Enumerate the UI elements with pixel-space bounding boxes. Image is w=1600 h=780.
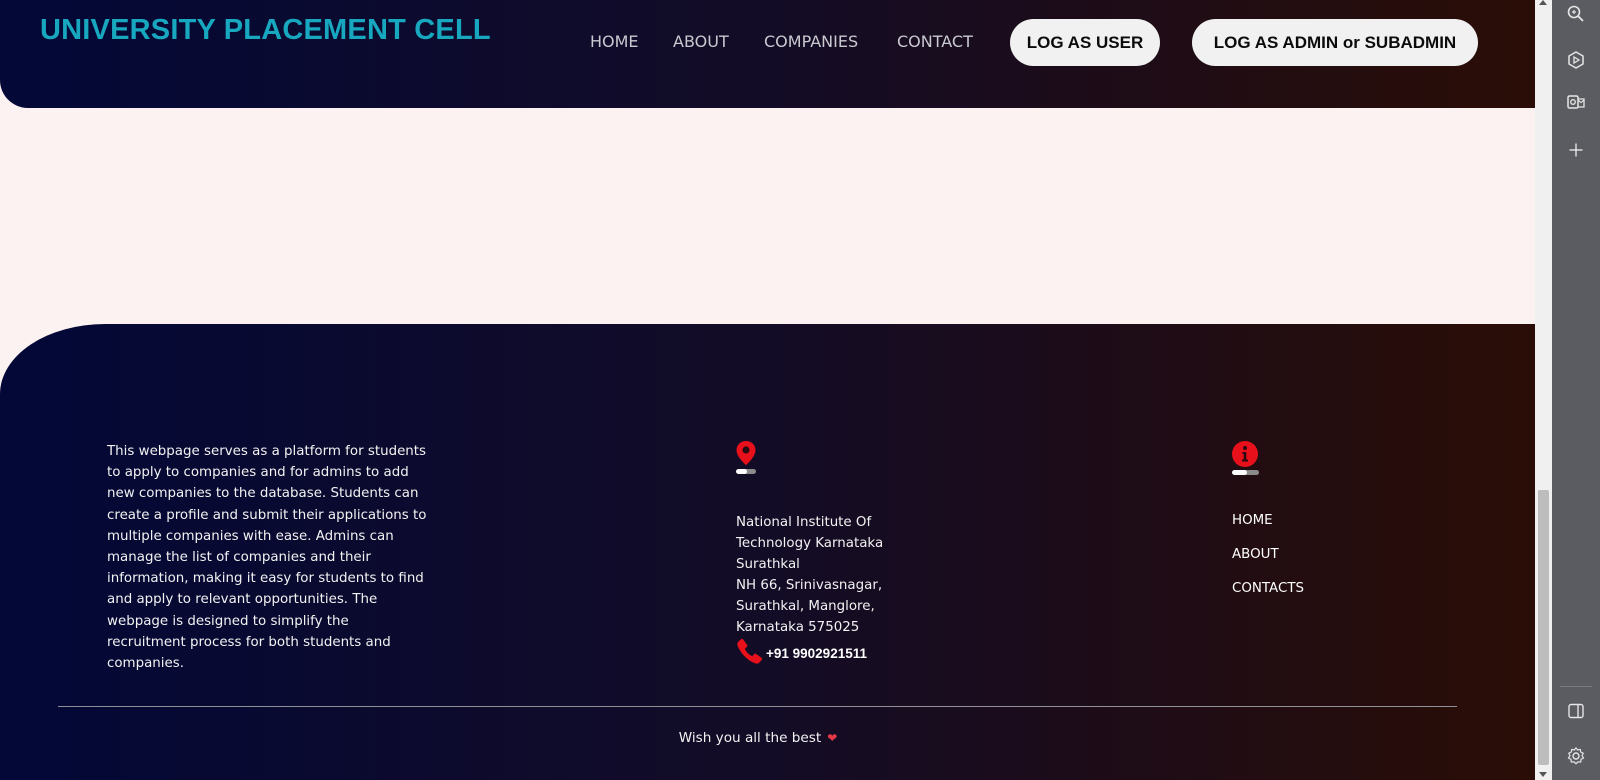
side-panel-divider — [1560, 686, 1592, 687]
footer-link-home[interactable]: HOME — [1232, 513, 1273, 528]
sidebar-toggle-icon[interactable] — [1564, 699, 1588, 723]
wish-text: Wish you all the best — [678, 730, 822, 746]
address-line: National Institute Of — [736, 515, 872, 530]
outlook-icon[interactable] — [1564, 90, 1588, 114]
heart-icon: ❤ — [827, 731, 838, 745]
phone-number[interactable]: +91 9902921511 — [766, 646, 867, 661]
page-scrollbar[interactable] — [1535, 0, 1552, 780]
page: UNIVERSITY PLACEMENT CELL HOME ABOUT COM… — [0, 0, 1535, 780]
address-line: Karnataka 575025 — [736, 620, 860, 635]
copilot-icon[interactable] — [1564, 48, 1588, 72]
nav-contact[interactable]: CONTACT — [897, 32, 973, 51]
location-pin-icon — [735, 440, 757, 471]
info-icon — [1231, 440, 1259, 473]
brand-title[interactable]: UNIVERSITY PLACEMENT CELL — [40, 14, 491, 47]
location-slider-indicator — [736, 469, 756, 474]
info-slider-indicator — [1232, 470, 1259, 475]
scroll-up-arrow-icon[interactable] — [1539, 0, 1547, 5]
add-icon[interactable] — [1564, 138, 1588, 162]
nav-companies[interactable]: COMPANIES — [764, 32, 858, 51]
settings-gear-icon[interactable] — [1564, 744, 1588, 768]
search-icon[interactable] — [1564, 2, 1588, 26]
phone-contact[interactable]: +91 9902921511 — [736, 637, 867, 670]
log-as-admin-button[interactable]: LOG AS ADMIN or SUBADMIN — [1192, 19, 1478, 66]
phone-icon — [736, 637, 764, 670]
address-line: Technology Karnataka — [736, 536, 884, 551]
footer-link-about[interactable]: ABOUT — [1232, 547, 1279, 562]
nav-home[interactable]: HOME — [590, 32, 639, 51]
browser-side-panel — [1552, 0, 1600, 780]
site-footer: This webpage serves as a platform for st… — [0, 324, 1535, 780]
footer-wish: Wish you all the best ❤ — [0, 730, 1516, 746]
site-header: UNIVERSITY PLACEMENT CELL HOME ABOUT COM… — [0, 0, 1535, 108]
log-as-user-button[interactable]: LOG AS USER — [1010, 19, 1160, 66]
scrollbar-thumb[interactable] — [1538, 490, 1549, 765]
address-block: National Institute Of Technology Karnata… — [736, 512, 936, 638]
scroll-down-arrow-icon[interactable] — [1539, 772, 1547, 777]
address-line: NH 66, Srinivasnagar, — [736, 578, 883, 593]
footer-divider — [58, 706, 1457, 707]
about-description: This webpage serves as a platform for st… — [107, 444, 427, 672]
address-line: Surathkal — [736, 557, 800, 572]
nav-about[interactable]: ABOUT — [673, 32, 729, 51]
footer-link-contacts[interactable]: CONTACTS — [1232, 581, 1304, 596]
address-line: Surathkal, Manglore, — [736, 599, 875, 614]
